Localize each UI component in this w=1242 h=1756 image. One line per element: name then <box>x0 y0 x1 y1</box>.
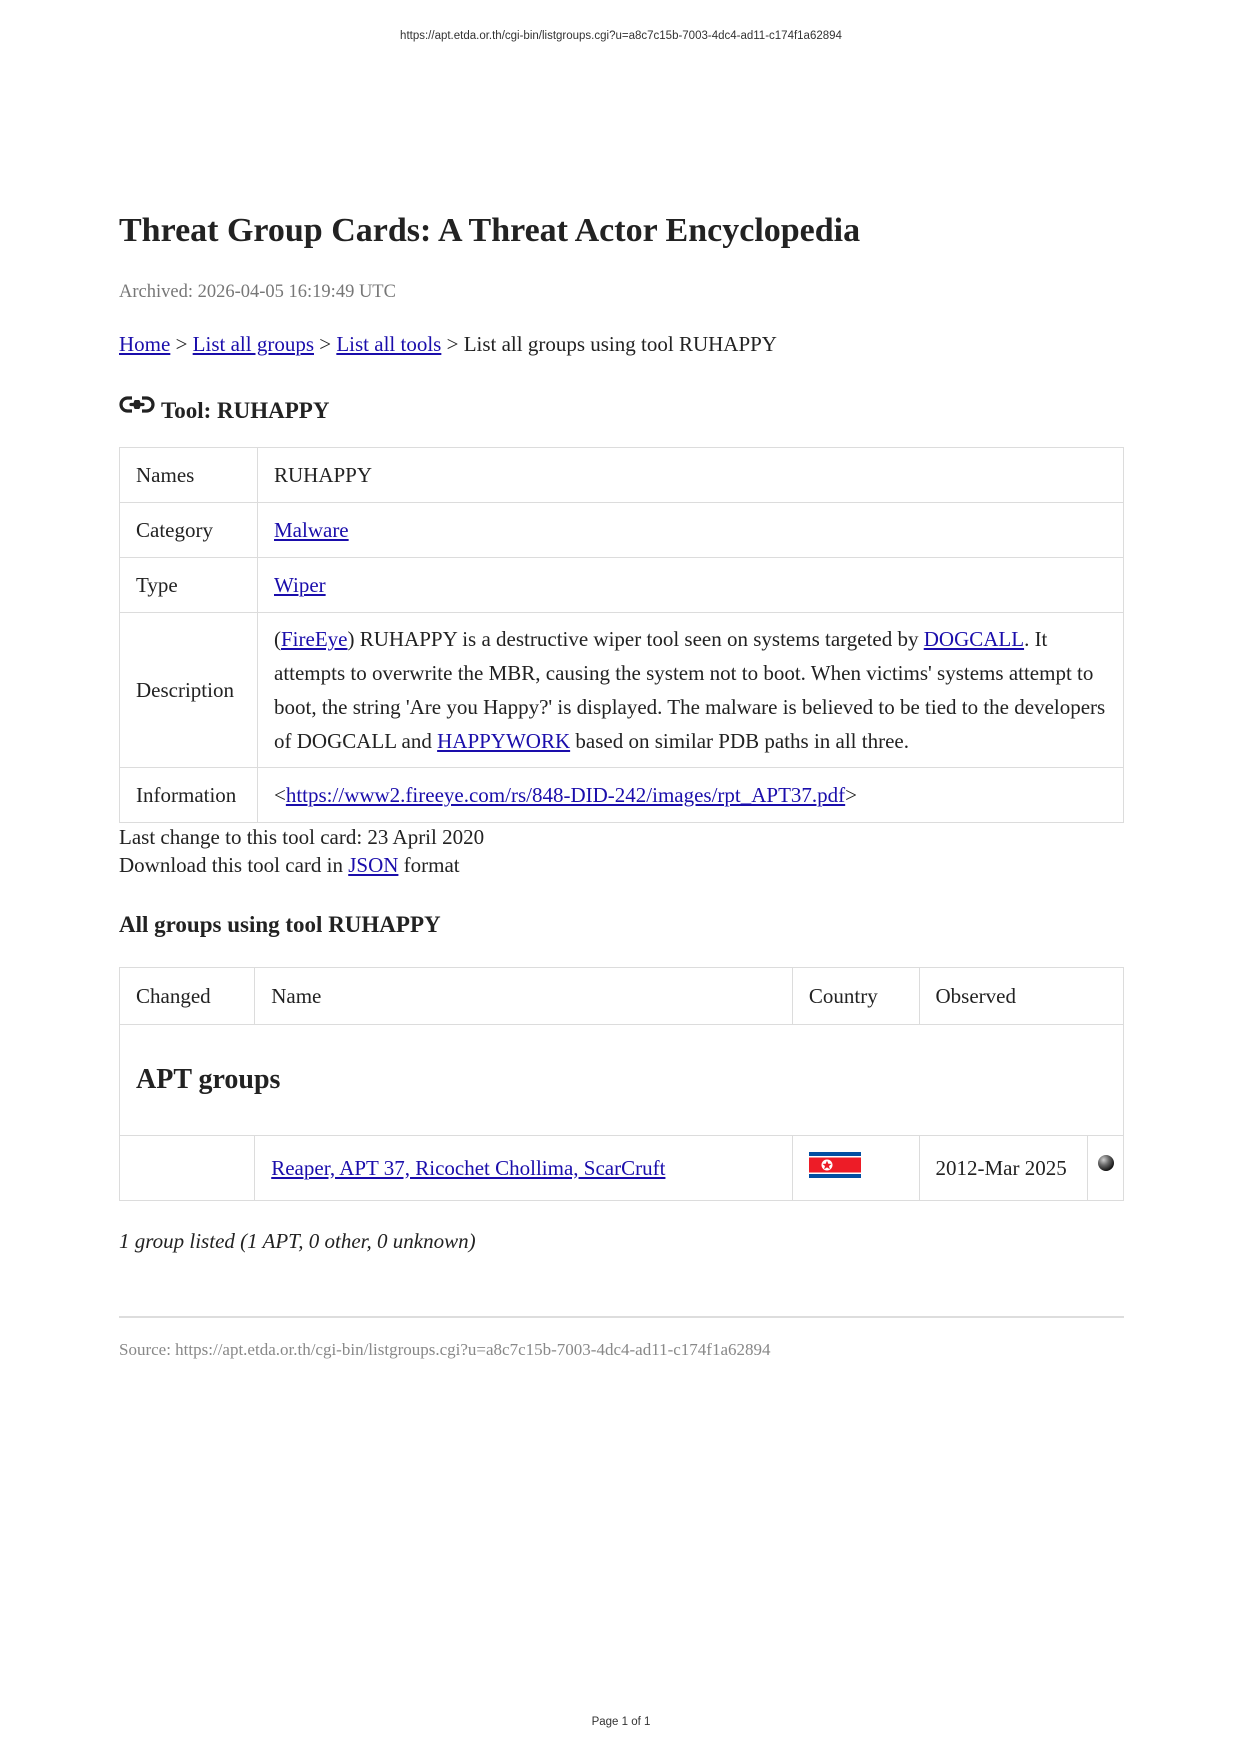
download-text: Download this tool card in JSON format <box>119 851 1124 879</box>
description-open-paren: ( <box>274 627 281 651</box>
happywork-link[interactable]: HAPPYWORK <box>437 729 570 753</box>
apt-groups-section-row: APT groups <box>119 1024 1124 1136</box>
groups-table: Changed Name Country Observed APT groups… <box>118 967 1124 1201</box>
row-name-cell: Reaper, APT 37, Ricochet Chollima, ScarC… <box>254 1135 793 1201</box>
names-label: Names <box>119 447 258 503</box>
names-value: RUHAPPY <box>257 447 1124 503</box>
header-name: Name <box>254 967 793 1025</box>
information-close-bracket: > <box>845 783 858 807</box>
category-label: Category <box>119 502 258 558</box>
header-country: Country <box>791 967 920 1025</box>
tool-card-table: Names RUHAPPY Category Malware Type Wipe… <box>119 447 1124 823</box>
category-cell: Malware <box>257 502 1124 558</box>
page-content: Threat Group Cards: A Threat Actor Encyc… <box>118 210 1124 1361</box>
description-part-3: based on similar PDB paths in all three. <box>570 729 909 753</box>
footer-divider <box>119 1316 1124 1318</box>
header-observed: Observed <box>918 967 1124 1025</box>
source-url: Source: https://apt.etda.or.th/cgi-bin/l… <box>119 1340 771 1359</box>
groups-summary: 1 group listed (1 APT, 0 other, 0 unknow… <box>119 1229 476 1253</box>
apt-groups-section-cell: APT groups <box>119 1024 1124 1136</box>
type-row: Type Wiper <box>119 557 1124 613</box>
groups-table-header: Changed Name Country Observed <box>118 967 1124 1025</box>
breadcrumb-groups-link[interactable]: List all groups <box>193 332 314 356</box>
row-observed: 2012-Mar 2025 <box>918 1135 1089 1201</box>
description-row: Description (FireEye) RUHAPPY is a destr… <box>119 612 1124 768</box>
names-row: Names RUHAPPY <box>119 447 1124 503</box>
group-name-link[interactable]: Reaper, APT 37, Ricochet Chollima, ScarC… <box>271 1156 665 1180</box>
type-label: Type <box>119 557 258 613</box>
north-korea-flag-icon <box>808 1151 861 1178</box>
row-status-cell <box>1087 1135 1124 1201</box>
description-label: Description <box>119 612 258 768</box>
information-cell: <https://www2.fireeye.com/rs/848-DID-242… <box>257 767 1124 823</box>
breadcrumb: Home > List all groups > List all tools … <box>119 330 1124 358</box>
json-download-link[interactable]: JSON <box>348 853 398 877</box>
type-link[interactable]: Wiper <box>274 573 326 597</box>
dogcall-link[interactable]: DOGCALL <box>924 627 1024 651</box>
last-change-text: Last change to this tool card: 23 April … <box>119 825 485 849</box>
breadcrumb-current: List all groups using tool RUHAPPY <box>463 332 777 356</box>
download-before: Download this tool card in <box>119 853 349 877</box>
apt-groups-section-heading: APT groups <box>136 1064 281 1095</box>
fireeye-link[interactable]: FireEye <box>281 627 347 651</box>
print-header-url: https://apt.etda.or.th/cgi-bin/listgroup… <box>400 30 842 42</box>
information-label: Information <box>119 767 258 823</box>
row-changed <box>118 1135 256 1201</box>
breadcrumb-separator: > <box>319 332 332 356</box>
breadcrumb-home-link[interactable]: Home <box>119 332 170 356</box>
archived-timestamp: Archived: 2026-04-05 16:19:49 UTC <box>119 282 396 302</box>
information-link[interactable]: https://www2.fireeye.com/rs/848-DID-242/… <box>286 783 845 807</box>
row-country-cell <box>791 1135 920 1201</box>
breadcrumb-separator: > <box>446 332 459 356</box>
tool-name-heading: Tool: RUHAPPY <box>161 398 330 423</box>
table-row: Reaper, APT 37, Ricochet Chollima, ScarC… <box>118 1135 1124 1201</box>
tool-heading: Tool: RUHAPPY <box>119 391 1124 425</box>
download-after: format <box>398 853 460 877</box>
black-dot-icon <box>1097 1154 1114 1171</box>
page-number: Page 1 of 1 <box>591 1716 651 1728</box>
category-link[interactable]: Malware <box>274 518 349 542</box>
groups-heading: All groups using tool RUHAPPY <box>119 912 441 937</box>
description-text: (FireEye) RUHAPPY is a destructive wiper… <box>257 612 1124 768</box>
type-cell: Wiper <box>257 557 1124 613</box>
breadcrumb-separator: > <box>175 332 188 356</box>
information-open-bracket: < <box>274 783 286 807</box>
category-row: Category Malware <box>119 502 1124 558</box>
information-row: Information <https://www2.fireeye.com/rs… <box>119 767 1124 823</box>
page-title: Threat Group Cards: A Threat Actor Encyc… <box>119 212 861 249</box>
breadcrumb-tools-link[interactable]: List all tools <box>336 332 441 356</box>
link-icon <box>119 396 155 413</box>
description-part-1: ) RUHAPPY is a destructive wiper tool se… <box>347 627 924 651</box>
header-changed: Changed <box>118 967 256 1025</box>
